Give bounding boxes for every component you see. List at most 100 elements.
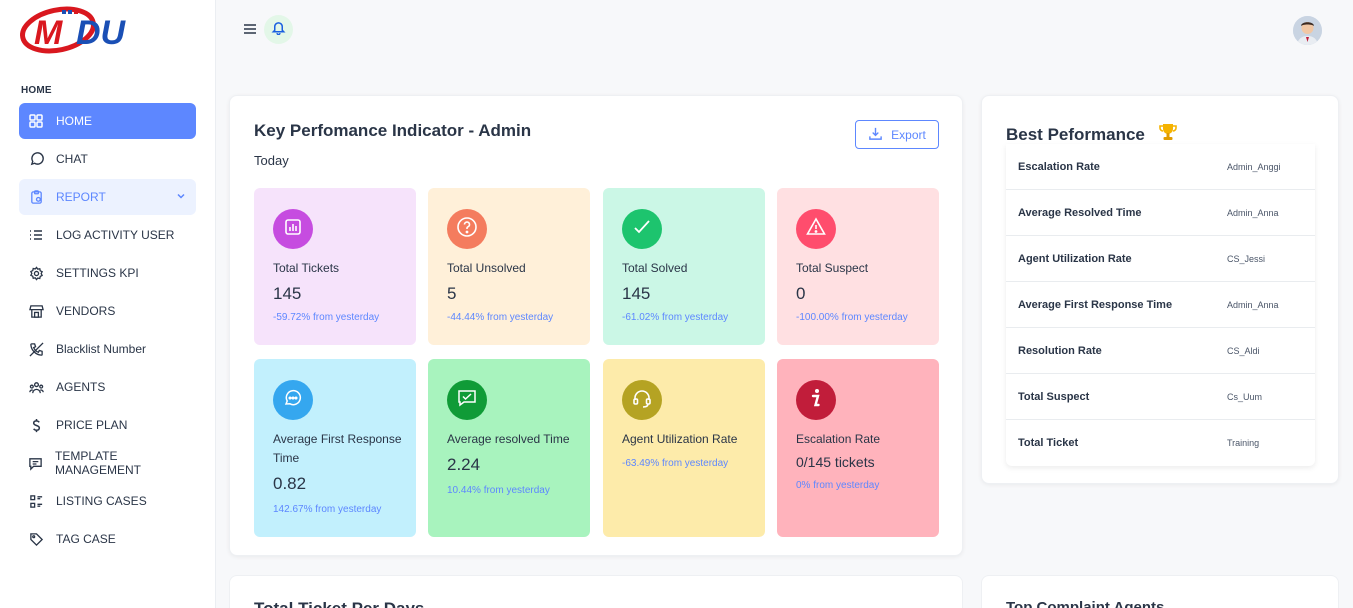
sidebar-item-label: SETTINGS KPI (56, 266, 139, 280)
tile-change: -59.72% from yesterday (273, 312, 380, 323)
list-icon (28, 227, 44, 243)
users-icon (28, 379, 44, 395)
tile-value: 0 (796, 284, 806, 303)
sidebar: M DU HOME HOME CHAT REPORT LOG ACTIVITY … (0, 0, 216, 608)
list-item: Agent Utilization Rate CS_Jessi (1006, 236, 1315, 282)
message-check-icon (456, 387, 478, 414)
tile-label: Total Unsolved (447, 261, 526, 275)
tile-label: Total Suspect (796, 261, 869, 275)
sidebar-item-log-activity-user[interactable]: LOG ACTIVITY USER (19, 217, 196, 253)
top-complaint-agents-card: Top Complaint Agents (981, 575, 1339, 608)
sidebar-item-label: REPORT (56, 190, 106, 204)
sidebar-item-vendors[interactable]: VENDORS (19, 293, 196, 329)
metric-label: Total Suspect (1018, 390, 1090, 403)
clipboard-icon (28, 189, 44, 205)
kpi-tile-total-suspect[interactable]: Total Suspect 0 -100.00% from yesterday (777, 188, 939, 345)
list-item: Escalation Rate Admin_Anggi (1006, 144, 1315, 190)
sidebar-item-price-plan[interactable]: PRICE PLAN (19, 407, 196, 443)
phone-off-icon (28, 341, 44, 357)
mdu-logo[interactable]: M DU (18, 2, 158, 60)
winner-name: Admin_Anggi (1227, 161, 1281, 172)
tile-icon-circle (273, 380, 313, 420)
kpi-title: Key Perfomance Indicator - Admin (254, 121, 532, 140)
tile-change: -100.00% from yesterday (796, 312, 908, 323)
sidebar-item-label: HOME (56, 114, 92, 128)
list-item: Average First Response Time Admin_Anna (1006, 282, 1315, 328)
tile-icon-circle (447, 380, 487, 420)
tile-label: Total Tickets (273, 261, 340, 275)
tile-value: 145 (622, 284, 651, 303)
kpi-tile-total-solved[interactable]: Total Solved 145 -61.02% from yesterday (603, 188, 765, 345)
tile-change: 0% from yesterday (796, 480, 880, 491)
avatar[interactable] (1293, 16, 1322, 45)
tile-icon-circle (622, 209, 662, 249)
sidebar-item-agents[interactable]: AGENTS (19, 369, 196, 405)
sidebar-item-listing-cases[interactable]: LISTING CASES (19, 483, 196, 519)
best-performance-list: Escalation Rate Admin_Anggi Average Resol… (1006, 144, 1315, 466)
sidebar-item-home[interactable]: HOME (19, 103, 196, 139)
sidebar-item-chat[interactable]: CHAT (19, 141, 196, 177)
sidebar-item-label: PRICE PLAN (56, 418, 128, 432)
tile-value: 0/145 tickets (796, 454, 875, 470)
sidebar-item-report[interactable]: REPORT (19, 179, 196, 215)
tile-label: Escalation Rate (796, 432, 881, 446)
winner-name: CS_Aldi (1227, 345, 1260, 356)
svg-text:DU: DU (76, 14, 127, 52)
gear-icon (28, 265, 44, 281)
tile-change: -44.44% from yesterday (447, 312, 554, 323)
tile-icon-circle (622, 380, 662, 420)
metric-label: Resolution Rate (1018, 344, 1102, 357)
tile-value: 0.82 (273, 474, 307, 493)
message-square-icon (28, 455, 43, 471)
sidebar-item-label: TAG CASE (56, 532, 116, 546)
ticket-per-days-card: Total Ticket Per Days (229, 575, 963, 608)
tile-change: 142.67% from yesterday (273, 504, 382, 515)
kpi-tile-average-first-response-time[interactable]: Average First Response Time 0.82 142.67%… (254, 359, 416, 537)
ticket-per-days-title: Total Ticket Per Days (254, 599, 424, 608)
metric-label: Agent Utilization Rate (1018, 252, 1132, 265)
kpi-card: Key Perfomance Indicator - Admin Today E… (229, 95, 963, 556)
list-item: Average Resolved Time Admin_Anna (1006, 190, 1315, 236)
info-icon (806, 387, 826, 414)
sidebar-item-label: TEMPLATE MANAGEMENT (55, 449, 142, 477)
best-performance-title-text: Best Peformance (1006, 124, 1145, 144)
chat-bubble-icon (28, 151, 44, 167)
grid-icon (28, 113, 44, 129)
sidebar-item-settings-kpi[interactable]: SETTINGS KPI (19, 255, 196, 291)
tile-value: 5 (447, 284, 457, 303)
list-details-icon (28, 493, 44, 509)
metric-label: Average Resolved Time (1018, 206, 1142, 219)
sidebar-item-label: CHAT (56, 152, 88, 166)
winner-name: Admin_Anna (1227, 207, 1279, 218)
sidebar-item-tag-case[interactable]: TAG CASE (19, 521, 196, 557)
list-item: Total Ticket Training (1006, 420, 1315, 466)
sidebar-item-template-management[interactable]: TEMPLATE MANAGEMENT (19, 445, 196, 481)
chevron-down-icon[interactable] (176, 190, 186, 204)
hamburger-menu-icon[interactable] (243, 23, 257, 35)
tile-icon-circle (273, 209, 313, 249)
kpi-tile-escalation-rate[interactable]: Escalation Rate 0/145 tickets 0% from ye… (777, 359, 939, 537)
metric-label: Escalation Rate (1018, 160, 1100, 173)
export-button[interactable]: Export (855, 120, 939, 149)
sidebar-item-blacklist-number[interactable]: Blacklist Number (19, 331, 196, 367)
sidebar-item-label: Blacklist Number (56, 342, 147, 356)
sidebar-item-label: VENDORS (56, 304, 116, 318)
tile-icon-circle (796, 209, 836, 249)
kpi-tile-total-unsolved[interactable]: Total Unsolved 5 -44.44% from yesterday (428, 188, 590, 345)
notification-button[interactable] (264, 15, 293, 44)
sidebar-item-label: LISTING CASES (56, 494, 147, 508)
kpi-tile-agent-utilization-rate[interactable]: Agent Utilization Rate -63.49% from yest… (603, 359, 765, 537)
metric-label: Average First Response Time (1018, 298, 1173, 311)
kpi-tile-total-tickets[interactable]: Total Tickets 145 -59.72% from yesterday (254, 188, 416, 345)
list-item: Total Suspect Cs_Uum (1006, 374, 1315, 420)
tile-label: Total Solved (622, 261, 688, 275)
kpi-tile-average-resolved-time[interactable]: Average resolved Time 2.24 10.44% from y… (428, 359, 590, 537)
bar-chart-icon (284, 218, 302, 241)
metric-label: Total Ticket (1018, 437, 1079, 449)
top-complaint-agents-title: Top Complaint Agents (1006, 599, 1165, 608)
winner-name: CS_Jessi (1227, 253, 1266, 264)
building-icon (28, 303, 44, 319)
check-icon (632, 217, 652, 242)
winner-name: Training (1227, 438, 1260, 448)
tile-label: Average First Response Time (273, 432, 402, 465)
